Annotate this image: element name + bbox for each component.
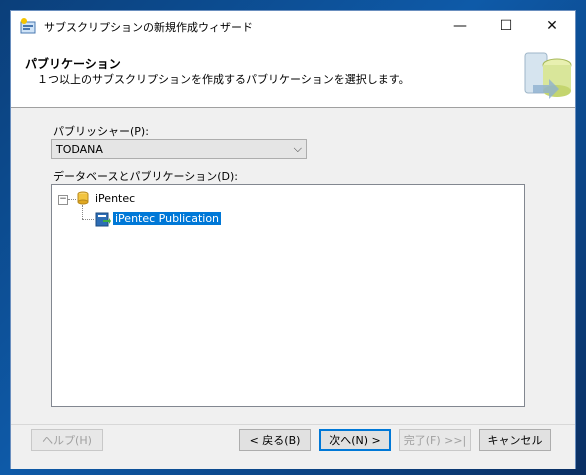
close-button[interactable]: ✕ (529, 11, 575, 41)
app-icon (20, 18, 36, 34)
publisher-label: パブリッシャー(P): (53, 125, 149, 138)
publisher-value: TODANA (56, 143, 103, 156)
wizard-header: パブリケーション １つ以上のサブスクリプションを作成するパブリケーションを選択し… (11, 41, 575, 108)
publication-node[interactable]: iPentec Publication (113, 212, 222, 225)
maximize-button[interactable]: ☐ (483, 11, 529, 41)
tree-label: データベースとパブリケーション(D): (53, 170, 238, 183)
database-node[interactable]: iPentec (95, 192, 135, 205)
back-button[interactable]: < 戻る(B) (239, 429, 311, 451)
chevron-down-icon: ⌵ (293, 142, 302, 155)
minimize-button[interactable]: — (437, 11, 483, 41)
help-button[interactable]: ヘルプ(H) (31, 429, 103, 451)
finish-button[interactable]: 完了(F) >>| (399, 429, 471, 451)
tree-connector (82, 205, 83, 219)
publisher-dropdown[interactable]: TODANA ⌵ (51, 139, 307, 159)
publication-graphic-icon (524, 52, 572, 99)
page-title: パブリケーション (25, 57, 121, 71)
cancel-button[interactable]: キャンセル (479, 429, 551, 451)
next-button[interactable]: 次へ(N) > (319, 429, 391, 451)
wizard-window: サブスクリプションの新規作成ウィザード — ☐ ✕ パブリケーション １つ以上の… (10, 10, 576, 469)
page-subtitle: １つ以上のサブスクリプションを作成するパブリケーションを選択します。 (37, 73, 410, 86)
tree-connector (82, 219, 94, 220)
title-bar[interactable]: サブスクリプションの新規作成ウィザード — ☐ ✕ (11, 11, 575, 41)
publication-icon (95, 212, 111, 227)
database-icon (77, 191, 89, 205)
tree-connector (68, 199, 76, 200)
window-title: サブスクリプションの新規作成ウィザード (44, 21, 253, 34)
database-publication-tree[interactable]: − iPentec iPentec Publication (51, 184, 525, 407)
collapse-icon[interactable]: − (58, 195, 68, 205)
